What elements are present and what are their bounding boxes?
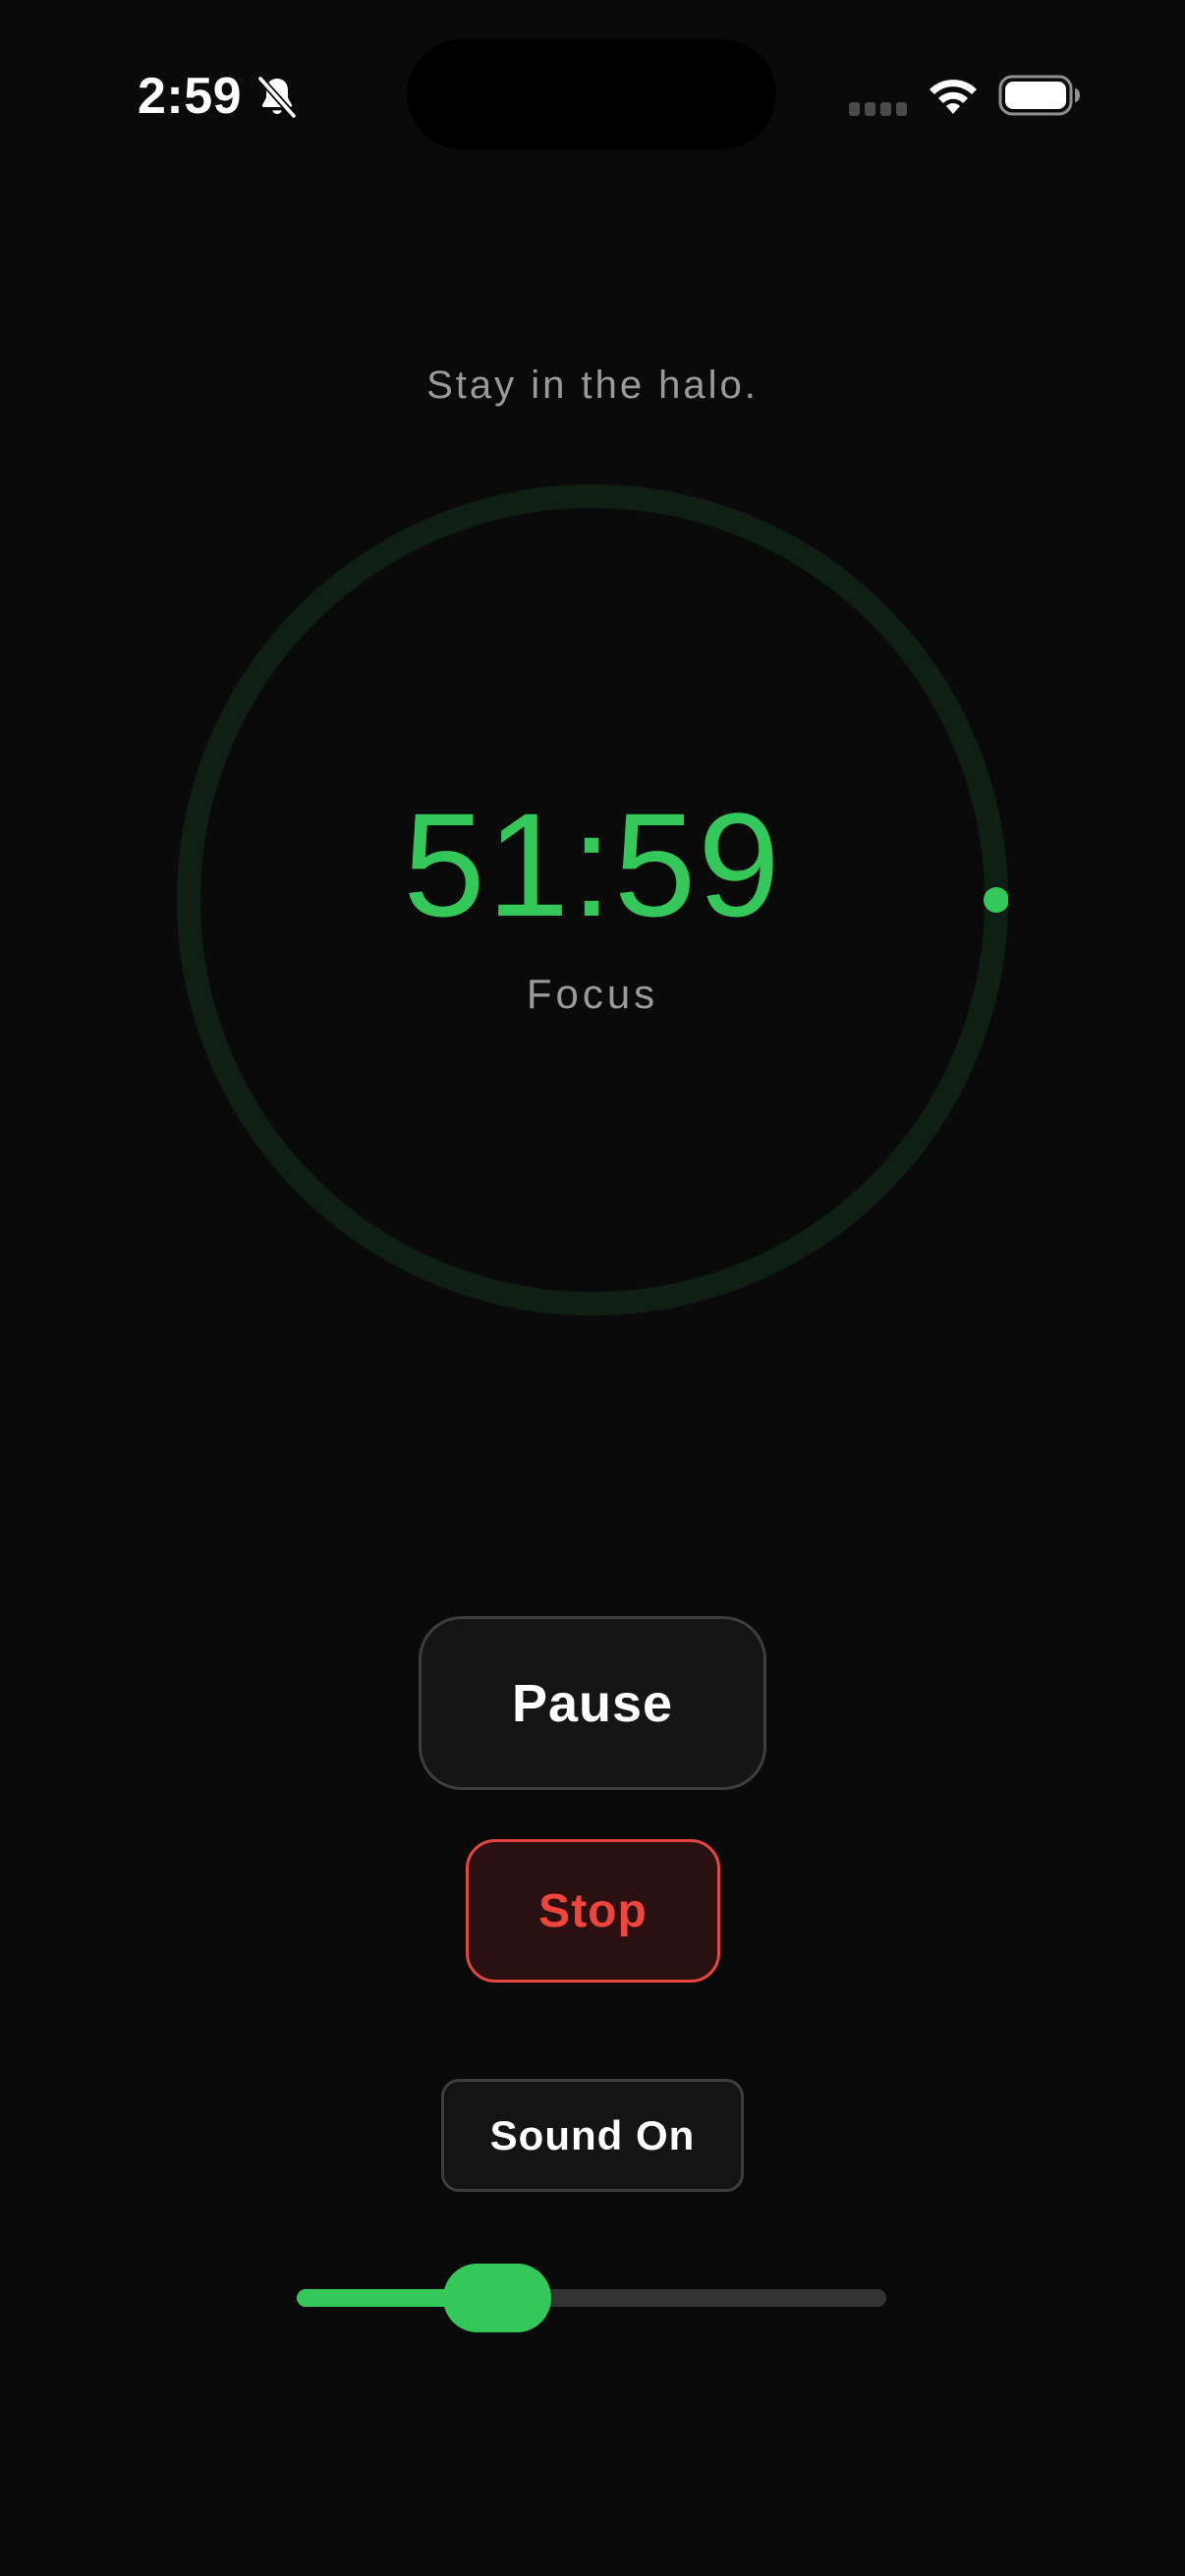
- wifi-icon: [930, 80, 977, 114]
- mode-label: Focus: [526, 971, 659, 1017]
- dynamic-island: [407, 39, 776, 149]
- slider-thumb[interactable]: [443, 2264, 551, 2332]
- bell-slash-icon: [256, 75, 298, 120]
- timer-display: 51:59: [403, 782, 782, 947]
- status-time: 2:59: [138, 68, 243, 125]
- pause-button[interactable]: Pause: [419, 1616, 766, 1790]
- volume-slider[interactable]: [297, 2264, 886, 2332]
- battery-icon: [998, 75, 1080, 116]
- stop-button[interactable]: Stop: [466, 1839, 720, 1983]
- cellular-signal-icon: [849, 102, 907, 116]
- tagline: Stay in the halo.: [426, 364, 759, 407]
- sound-toggle-button[interactable]: Sound On: [441, 2079, 744, 2192]
